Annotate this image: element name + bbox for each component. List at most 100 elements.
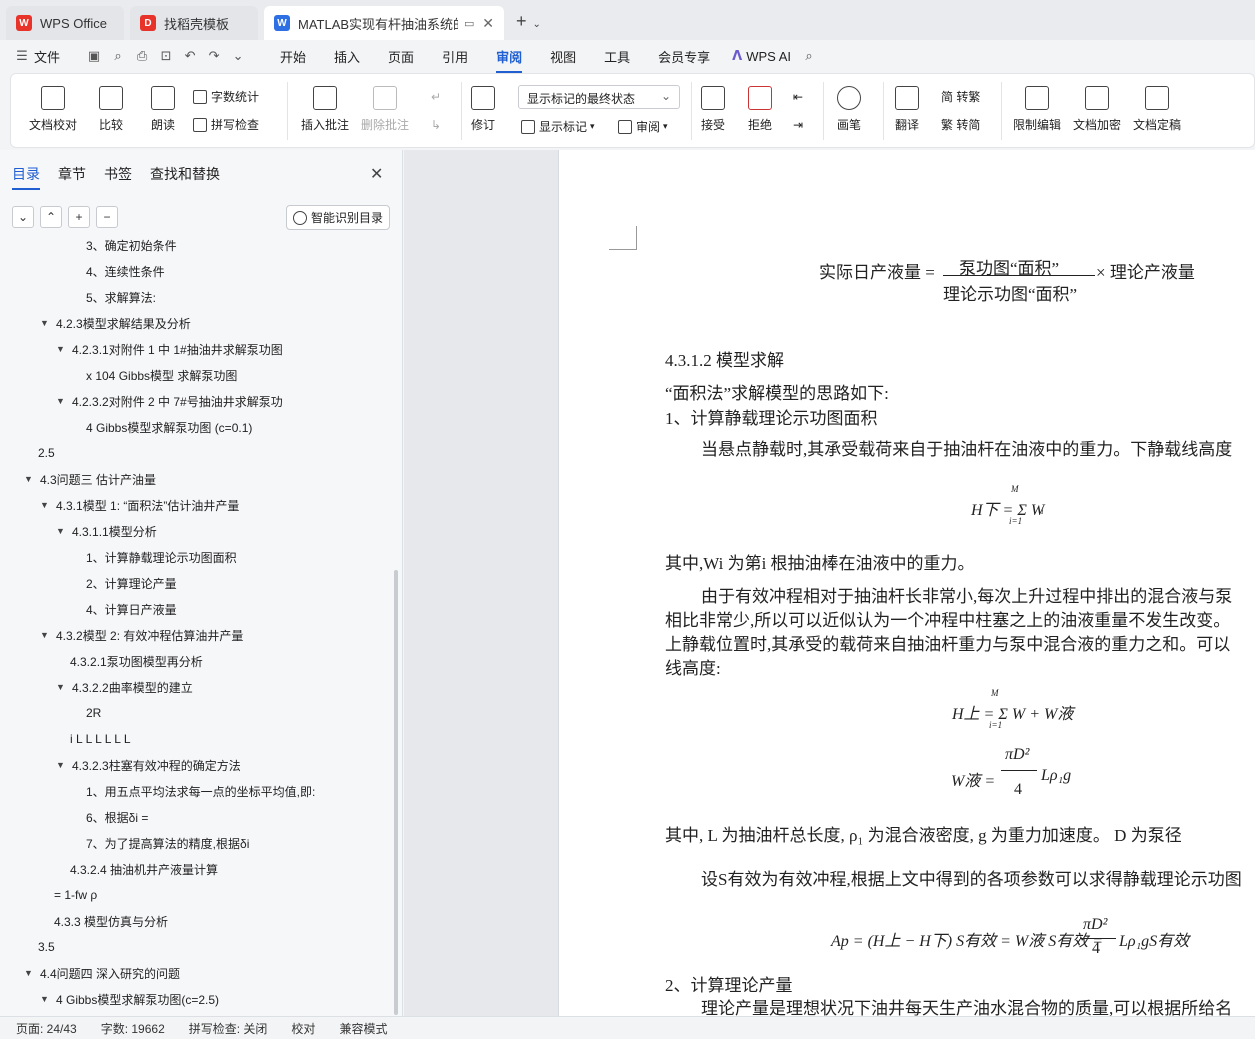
prev-change-icon[interactable]: ⇤ (793, 90, 803, 104)
toc-item[interactable]: 4.3.3 模型仿真与分析 (54, 910, 168, 932)
caret-down-icon[interactable]: ▼ (56, 760, 70, 770)
menu-reference[interactable]: 引用 (428, 47, 482, 66)
encrypt-button[interactable]: 文档加密 (1073, 86, 1121, 133)
save-icon[interactable]: ▣ (82, 48, 106, 64)
spell-check-status[interactable]: 拼写检查: 关闭 (189, 1020, 268, 1037)
toc-item[interactable]: ▼ 4.2.3.2对附件 2 中 7#号抽油井求解泵功 (56, 390, 283, 412)
toc-item[interactable]: 4 Gibbs模型求解泵功图 (c=0.1) (86, 416, 252, 438)
smart-toc-button[interactable]: 智能识别目录 (286, 205, 390, 230)
next-comment-icon[interactable]: ↳ (431, 118, 441, 132)
toc-item[interactable]: 1、用五点平均法求每一点的坐标平均值,即: (86, 780, 315, 802)
toc-item[interactable]: 1、计算静载理论示功图面积 (86, 546, 237, 568)
proofread-status[interactable]: 校对 (291, 1020, 315, 1037)
tab-sections[interactable]: 章节 (58, 164, 86, 184)
menu-member[interactable]: 会员专享 (644, 47, 724, 66)
delete-comment-button[interactable]: 删除批注 (361, 86, 409, 133)
caret-down-icon[interactable]: ▼ (24, 474, 38, 484)
pen-button[interactable]: 画笔 (837, 86, 861, 133)
toc-item[interactable]: 6、根据δi = (86, 806, 148, 828)
caret-down-icon[interactable]: ▼ (40, 994, 54, 1004)
scrollbar[interactable] (394, 570, 398, 1015)
to-simplified-button[interactable]: 繁 转简 (941, 116, 980, 133)
toc-item[interactable]: 3.5 (38, 936, 55, 958)
print-preview-icon[interactable]: ⊡ (154, 48, 178, 64)
toc-item[interactable]: 4.3.2.4 抽油机井产液量计算 (70, 858, 218, 880)
undo-icon[interactable]: ↶ (178, 48, 202, 64)
tab-toc[interactable]: 目录 (12, 164, 40, 190)
caret-down-icon[interactable]: ▼ (56, 344, 70, 354)
tab-templates[interactable]: D 找稻壳模板 (130, 6, 258, 40)
print-icon[interactable]: ⎙ (130, 48, 154, 64)
toc-item[interactable]: ▼ 4.2.3.1对附件 1 中 1#抽油井求解泵功图 (56, 338, 283, 360)
toc-item[interactable]: 3、确定初始条件 (86, 238, 177, 256)
chevron-down-icon[interactable]: ⌄ (226, 48, 250, 64)
toc-item[interactable]: ▼ 4.2.3模型求解结果及分析 (40, 312, 191, 334)
word-count-button[interactable]: 字数统计 (193, 88, 259, 105)
translate-button[interactable]: 翻译 (895, 86, 919, 133)
remove-icon[interactable]: − (96, 206, 118, 228)
window-icon[interactable]: ▭ (464, 17, 474, 30)
add-icon[interactable]: + (68, 206, 90, 228)
menu-insert[interactable]: 插入 (320, 47, 374, 66)
expand-icon[interactable]: ⌄ (12, 206, 34, 228)
menu-page[interactable]: 页面 (374, 47, 428, 66)
markup-state-select[interactable]: 显示标记的最终状态 ⌄ (518, 85, 680, 109)
document-page[interactable]: 实际日产液量 = 泵功图“面积” 理论示功图“面积” × 理论产液量 4.3.1… (558, 150, 1255, 1016)
new-tab-icon[interactable]: + (516, 11, 527, 32)
page-indicator[interactable]: 页面: 24/43 (16, 1020, 77, 1037)
toc-item[interactable]: ▼ 4.3问题三 估计产油量 (24, 468, 156, 490)
collapse-icon[interactable]: ⌃ (40, 206, 62, 228)
toc-item[interactable]: 2R (86, 702, 101, 724)
insert-comment-button[interactable]: 插入批注 (301, 86, 349, 133)
reject-button[interactable]: 拒绝 (748, 86, 772, 133)
caret-down-icon[interactable]: ▼ (24, 968, 38, 978)
read-aloud-button[interactable]: 朗读 (151, 86, 175, 133)
close-icon[interactable]: ✕ (370, 164, 383, 184)
toc-item[interactable]: 2、计算理论产量 (86, 572, 177, 594)
to-traditional-button[interactable]: 简 转繁 (941, 88, 980, 105)
compare-button[interactable]: 比较 (99, 86, 123, 133)
toc-item[interactable]: ▼ 4.3.2.3柱塞有效冲程的确定方法 (56, 754, 241, 776)
menu-start[interactable]: 开始 (266, 47, 320, 66)
toc-item[interactable]: 4、计算日产液量 (86, 598, 177, 620)
share-icon[interactable]: ⌕ (106, 48, 130, 64)
restrict-edit-button[interactable]: 限制编辑 (1013, 86, 1061, 133)
redo-icon[interactable]: ↷ (202, 48, 226, 64)
toc-item[interactable]: 2.5 (38, 442, 55, 464)
review-pane-button[interactable]: 审阅 ▾ (618, 118, 668, 135)
caret-down-icon[interactable]: ▼ (56, 682, 70, 692)
tab-find-replace[interactable]: 查找和替换 (150, 164, 220, 184)
caret-down-icon[interactable]: ▼ (40, 318, 54, 328)
caret-down-icon[interactable]: ▼ (56, 526, 70, 536)
tab-bookmarks[interactable]: 书签 (104, 164, 132, 184)
finalize-button[interactable]: 文档定稿 (1133, 86, 1181, 133)
toc-item[interactable]: ▼ 4.3.1.1模型分析 (56, 520, 157, 542)
caret-down-icon[interactable]: ▼ (40, 630, 54, 640)
file-menu[interactable]: 文件 (34, 47, 60, 66)
toc-item[interactable]: 4.3.2.1泵功图模型再分析 (70, 650, 203, 672)
word-count[interactable]: 字数: 19662 (101, 1020, 165, 1037)
menu-tools[interactable]: 工具 (590, 47, 644, 66)
toc-item[interactable]: ▼ 4.3.1模型 1: “面积法”估计油井产量 (40, 494, 239, 516)
menu-review[interactable]: 审阅 (482, 47, 536, 73)
tab-wps-office[interactable]: W WPS Office (6, 6, 124, 40)
toc-item[interactable]: x 104 Gibbs模型 求解泵功图 (86, 364, 237, 386)
toc-item[interactable]: ▼ 4.3.2模型 2: 有效冲程估算油井产量 (40, 624, 243, 646)
proofread-button[interactable]: 文档校对 (29, 86, 77, 133)
tab-document[interactable]: W MATLAB实现有杆抽油系统的... ▭ ✕ (264, 6, 504, 40)
close-tab-icon[interactable]: ✕ (482, 15, 494, 32)
caret-down-icon[interactable]: ▼ (40, 500, 54, 510)
toc-item[interactable]: i L L L L L L (70, 728, 131, 750)
show-markup-button[interactable]: 显示标记 ▾ (521, 118, 595, 135)
menu-icon[interactable]: ☰ (10, 48, 34, 64)
toc-item[interactable]: ▼ 4.3.2.2曲率模型的建立 (56, 676, 193, 698)
chevron-down-icon[interactable]: ⌄ (533, 19, 541, 30)
caret-down-icon[interactable]: ▼ (56, 396, 70, 406)
toc-item[interactable]: = 1-fw ρ (54, 884, 97, 906)
revise-button[interactable]: 修订 (471, 86, 495, 133)
toc-item[interactable]: ▼ 4.4问题四 深入研究的问题 (24, 962, 180, 984)
prev-comment-icon[interactable]: ↵ (431, 90, 441, 104)
next-change-icon[interactable]: ⇥ (793, 118, 803, 132)
search-icon[interactable]: ⌕ (797, 48, 821, 64)
toc-item[interactable]: 5、求解算法: (86, 286, 156, 308)
